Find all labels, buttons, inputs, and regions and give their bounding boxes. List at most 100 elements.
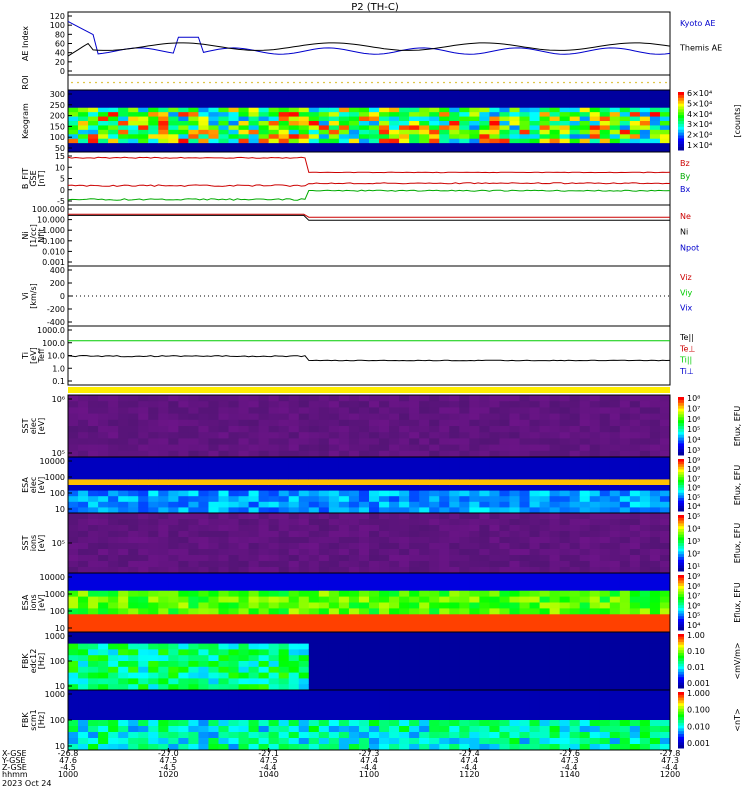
- spectrogram-cell: [519, 457, 531, 464]
- spectrogram-cell: [68, 401, 79, 408]
- spectrogram-cell: [489, 485, 500, 492]
- spectrogram-cell: [619, 590, 631, 598]
- spectrogram-cell: [449, 407, 460, 415]
- spectrogram-cell: [509, 90, 520, 95]
- spectrogram-cell: [459, 649, 470, 656]
- spectrogram-cell: [108, 513, 119, 520]
- spectrogram-cell: [409, 555, 420, 562]
- spectrogram-cell: [519, 116, 531, 122]
- spectrogram-cell: [308, 501, 320, 508]
- spectrogram-cell: [549, 98, 561, 104]
- spectrogram-cell: [168, 608, 179, 615]
- spectrogram-cell: [208, 129, 219, 135]
- spectrogram-cell: [369, 726, 380, 733]
- spectrogram-cell: [348, 702, 360, 709]
- spectrogram-cell: [68, 490, 79, 497]
- spectrogram-cell: [118, 661, 129, 668]
- spectrogram-cell: [659, 395, 671, 402]
- spectrogram-cell: [419, 726, 430, 733]
- spectrogram-cell: [178, 129, 189, 135]
- spectrogram-cell: [629, 578, 641, 586]
- spectrogram-cell: [128, 702, 139, 709]
- spectrogram-cell: [379, 608, 390, 615]
- spectrogram-cell: [198, 112, 209, 118]
- spectrogram-cell: [128, 578, 139, 586]
- spectrogram-cell: [409, 602, 420, 609]
- spectrogram-cell: [308, 426, 320, 433]
- spectrogram-cell: [358, 666, 370, 674]
- spectrogram-cell: [158, 708, 169, 715]
- spectrogram-cell: [218, 666, 230, 674]
- spectrogram-cell: [328, 655, 340, 662]
- spectrogram-cell: [158, 468, 169, 475]
- spectrogram-cell: [509, 584, 520, 592]
- roi-dot: [575, 81, 577, 84]
- spectrogram-cell: [479, 401, 490, 408]
- spectrogram-cell: [168, 485, 179, 492]
- spectrogram-cell: [419, 444, 430, 452]
- spectrogram-cell: [369, 407, 380, 415]
- spectrogram-cell: [569, 438, 581, 446]
- spectrogram-cell: [489, 637, 500, 645]
- spectrogram-cell: [238, 643, 250, 650]
- spectrogram-cell: [188, 426, 199, 433]
- spectrogram-cell: [68, 708, 79, 715]
- spectrogram-cell: [88, 450, 99, 458]
- spectrogram-cell: [659, 531, 671, 538]
- spectrogram-cell: [659, 714, 671, 721]
- spectrogram-cell: [108, 395, 119, 402]
- legend-entry: Bx: [680, 185, 690, 194]
- spectrogram-cell: [358, 537, 370, 544]
- spectrogram-cell: [258, 457, 270, 464]
- spectrogram-cell: [78, 643, 89, 650]
- spectrogram-cell: [609, 661, 621, 668]
- spectrogram-cell: [198, 525, 209, 532]
- spectrogram-cell: [459, 655, 470, 662]
- spectrogram-cell: [659, 655, 671, 662]
- spectrogram-cell: [338, 655, 350, 662]
- spectrogram-cell: [258, 637, 270, 645]
- spectrogram-cell: [629, 90, 641, 95]
- spectrogram-cell: [138, 490, 149, 497]
- spectrogram-cell: [489, 432, 500, 439]
- spectrogram-cell: [519, 614, 531, 621]
- spectrogram-cell: [88, 637, 99, 645]
- panel-esae: 10000100010010ESA elec [eV]10⁹10⁸10⁷10⁶10⁵…: [21, 456, 742, 514]
- spectrogram-cell: [158, 702, 169, 709]
- spectrogram-cell: [439, 479, 450, 486]
- spectrogram-cell: [358, 519, 370, 526]
- spectrogram-cell: [589, 596, 601, 603]
- spectrogram-cell: [509, 438, 520, 446]
- spectrogram-cell: [228, 121, 240, 126]
- spectrogram-cell: [419, 426, 430, 433]
- spectrogram-cell: [589, 426, 601, 433]
- spectrogram-cell: [649, 655, 661, 662]
- spectrogram-cell: [218, 485, 230, 492]
- spectrogram-cell: [208, 649, 219, 656]
- spectrogram-cell: [178, 98, 189, 104]
- spectrogram-cell: [399, 602, 410, 609]
- spectrogram-cell: [118, 578, 129, 586]
- spectrogram-cell: [138, 555, 149, 562]
- spectrogram-cell: [579, 702, 591, 709]
- spectrogram-cell: [469, 678, 480, 685]
- spectrogram-cell: [328, 468, 340, 475]
- spectrogram-cell: [138, 129, 149, 135]
- spectrogram-cell: [128, 438, 139, 446]
- spectrogram-cell: [649, 620, 661, 627]
- spectrogram-cell: [489, 738, 500, 745]
- spectrogram-cell: [328, 590, 340, 598]
- spectrogram-cell: [348, 125, 360, 131]
- spectrogram-cell: [559, 125, 571, 131]
- spectrogram-cell: [78, 134, 89, 140]
- spectrogram-cell: [429, 672, 440, 679]
- spectrogram-cell: [649, 138, 661, 144]
- spectrogram-cell: [148, 501, 159, 508]
- spectrogram-cell: [138, 543, 149, 550]
- spectrogram-cell: [88, 413, 99, 421]
- spectrogram-cell: [188, 596, 199, 603]
- spectrogram-cell: [238, 672, 250, 679]
- spectrogram-cell: [68, 666, 79, 674]
- spectrogram-cell: [268, 732, 280, 739]
- spectrogram-cell: [459, 450, 470, 458]
